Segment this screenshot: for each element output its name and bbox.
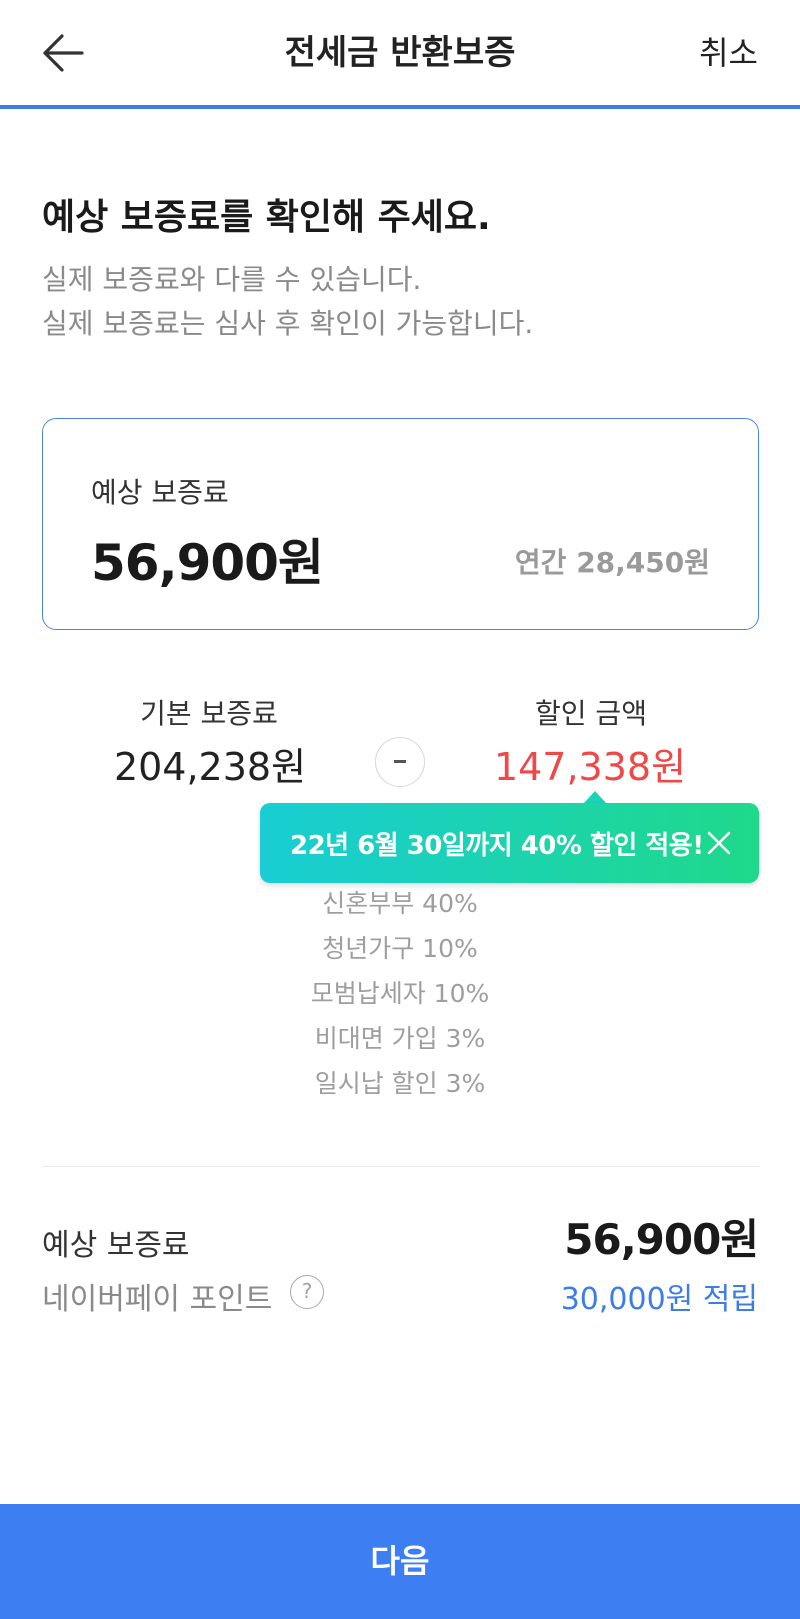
- discount-item: 청년가구 10%: [322, 934, 478, 963]
- page-title: 전세금 반환보증: [284, 33, 516, 73]
- discount-item: 일시납 할인 3%: [314, 1069, 486, 1098]
- discount-item: 신혼부부 40%: [322, 889, 478, 918]
- annual-fee: 연간 28,450원: [514, 546, 710, 579]
- close-icon: [707, 831, 731, 855]
- discount-label: 할인 금액: [535, 697, 647, 730]
- header-progress-bar: [0, 105, 800, 109]
- notice-line-2: 실제 보증료는 심사 후 확인이 가능합니다.: [42, 307, 534, 340]
- naverpay-point-label: 네이버페이 포인트: [42, 1282, 273, 1317]
- minus-icon: [375, 737, 425, 787]
- summary-fee-amount: 56,900원: [564, 1215, 759, 1264]
- summary-fee-label: 예상 보증료: [42, 1228, 190, 1263]
- estimated-fee-label: 예상 보증료: [91, 476, 229, 509]
- section-divider: [42, 1166, 759, 1167]
- base-fee-amount: 204,238원: [113, 745, 307, 789]
- headline: 예상 보증료를 확인해 주세요.: [42, 197, 491, 238]
- help-icon[interactable]: ?: [290, 1275, 324, 1309]
- discount-tooltip: 22년 6월 30일까지 40% 할인 적용!: [260, 803, 759, 883]
- estimated-fee-amount: 56,900원: [91, 534, 324, 592]
- base-fee-label: 기본 보증료: [140, 697, 278, 730]
- cancel-button[interactable]: 취소: [699, 30, 758, 76]
- estimated-fee-card: 예상 보증료 56,900원 연간 28,450원: [42, 418, 759, 630]
- discount-item: 비대면 가입 3%: [314, 1024, 486, 1053]
- notice-line-1: 실제 보증료와 다를 수 있습니다.: [42, 263, 422, 296]
- tooltip-text: 22년 6월 30일까지 40% 할인 적용!: [290, 831, 704, 861]
- app-header: 전세금 반환보증 취소: [0, 0, 800, 109]
- tooltip-close-button[interactable]: [701, 825, 737, 861]
- discount-amount: 147,338원: [493, 745, 687, 789]
- naverpay-point-value: 30,000원 적립: [560, 1282, 758, 1317]
- discount-item: 모범납세자 10%: [310, 979, 490, 1008]
- next-button[interactable]: 다음: [0, 1504, 800, 1619]
